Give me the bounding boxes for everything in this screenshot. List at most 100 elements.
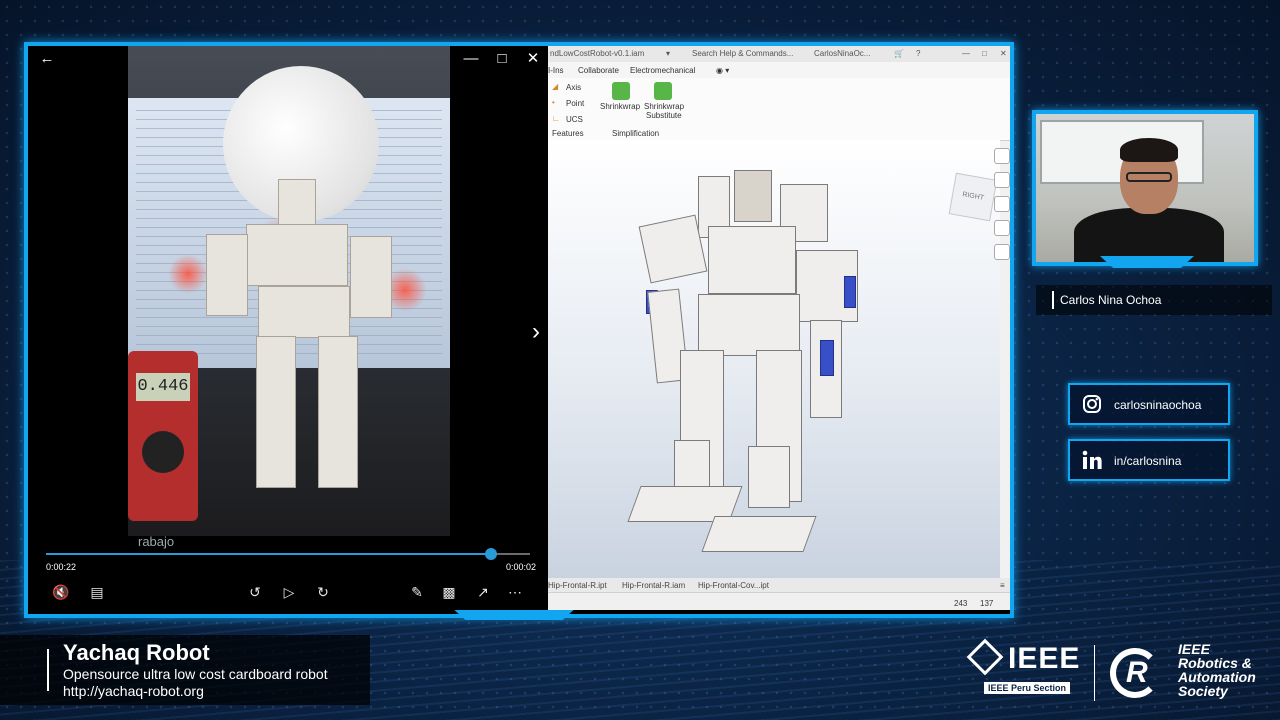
play-icon[interactable]: ▷	[278, 582, 300, 602]
doc-tab[interactable]: Hip-Frontal-R.ipt	[548, 581, 607, 590]
cad-title-bar: ndLowCostRobot-v0.1.iam ▾ Search Help & …	[548, 46, 1010, 62]
name-accent-bar	[1052, 291, 1054, 309]
cad-viewport[interactable]: RIGHT	[548, 140, 1000, 578]
seek-bar[interactable]	[46, 548, 530, 560]
ieee-wordmark: IEEE	[1008, 642, 1081, 675]
webcam-tab	[1100, 256, 1194, 268]
maximize-icon[interactable]: □	[491, 50, 513, 68]
project-title: Yachaq Robot	[63, 640, 210, 665]
shrinkwrap-icon	[612, 82, 630, 100]
webcam-frame	[1032, 110, 1258, 266]
model-torso	[708, 226, 796, 294]
logo-divider	[1094, 645, 1095, 701]
model-foot-right	[701, 516, 817, 552]
simplification-group-label: Simplification	[612, 129, 660, 138]
instagram-icon	[1083, 395, 1101, 413]
cad-maximize-icon[interactable]: □	[982, 49, 987, 58]
ribbon-options-icon[interactable]: ◉ ▾	[716, 66, 729, 75]
cad-minimize-icon[interactable]: —	[962, 49, 970, 58]
tabs-menu-icon[interactable]: ≡	[1000, 581, 1005, 590]
viewcube[interactable]: RIGHT	[948, 172, 998, 222]
pan-icon[interactable]	[994, 172, 1010, 188]
cart-icon[interactable]: 🛒	[894, 49, 904, 58]
seek-progress	[46, 553, 492, 555]
video-player[interactable]: 0.446 rabajo ← — □ ✕ › 0:00:22 0:00:02 🔇…	[28, 46, 548, 610]
look-at-icon[interactable]	[994, 244, 1010, 260]
pen-icon[interactable]: ✎	[406, 582, 428, 602]
mute-icon[interactable]: 🔇	[50, 582, 72, 602]
project-url: http://yachaq-robot.org	[63, 683, 204, 699]
cad-ribbon-tabs: I-Ins Collaborate Electromechanical ◉ ▾	[548, 62, 1010, 79]
multimeter-dial	[142, 431, 184, 473]
back-arrow-icon[interactable]: ←	[36, 50, 58, 68]
help-icon[interactable]: ?	[916, 49, 920, 58]
ras-logo-text: IEEE Robotics & Automation Society	[1178, 642, 1256, 698]
seek-thumb[interactable]	[485, 548, 498, 560]
cad-close-icon[interactable]: ✕	[1000, 49, 1007, 58]
ras-logo-icon: R	[1106, 644, 1172, 700]
point-icon: •	[552, 98, 555, 107]
tab-add-ins[interactable]: I-Ins	[548, 66, 564, 75]
status-count-b: 137	[980, 599, 994, 608]
zoom-icon[interactable]	[994, 196, 1010, 212]
project-subtitle: Opensource ultra low cost cardboard robo…	[63, 666, 328, 682]
shrinkwrap-button[interactable]: Shrinkwrap	[600, 102, 640, 111]
presenter-glasses	[1126, 172, 1172, 182]
fullscreen-icon[interactable]: ↗	[472, 582, 494, 602]
captions-icon[interactable]: ▤	[86, 582, 108, 602]
axis-button[interactable]: Axis	[566, 83, 581, 92]
linkedin-handle: in/carlosnina	[1114, 454, 1182, 468]
ucs-button[interactable]: UCS	[566, 115, 583, 124]
video-overlay-text: rabajo	[138, 534, 175, 549]
cad-title-icon: ▾	[666, 49, 671, 58]
more-icon[interactable]: ⋯	[504, 582, 526, 602]
rewind-10-icon[interactable]: ↺	[244, 582, 266, 602]
linkedin-card: in/carlosnina	[1068, 439, 1230, 481]
lower-third: Yachaq Robot Opensource ultra low cost c…	[0, 635, 370, 705]
cad-status-bar: 243 137	[548, 592, 1010, 610]
robot-torso	[246, 224, 348, 286]
model-upper-arm-left	[638, 214, 708, 284]
ucs-icon: ∟	[552, 114, 560, 123]
presenter-hair	[1120, 138, 1178, 162]
steering-wheel-icon[interactable]	[994, 148, 1010, 164]
ieee-diamond-icon	[966, 638, 1004, 676]
point-button[interactable]: Point	[566, 99, 584, 108]
minimize-icon[interactable]: —	[460, 50, 482, 68]
multimeter: 0.446	[128, 351, 198, 521]
document-tabs: Hip-Frontal-R.ipt Hip-Frontal-R.iam Hip-…	[548, 578, 1010, 592]
led-glow	[168, 254, 208, 294]
next-arrow-icon[interactable]: ›	[532, 318, 540, 346]
shrinkwrap-substitute-button-line1[interactable]: Shrinkwrap	[644, 102, 684, 111]
help-search[interactable]: Search Help & Commands...	[692, 49, 793, 58]
tab-electromechanical[interactable]: Electromechanical	[630, 66, 695, 75]
close-icon[interactable]: ✕	[522, 50, 544, 68]
elapsed-time: 0:00:22	[46, 562, 77, 572]
robot-left-leg	[256, 336, 296, 488]
shrinkwrap-substitute-icon	[654, 82, 672, 100]
cad-window[interactable]: ndLowCostRobot-v0.1.iam ▾ Search Help & …	[548, 46, 1010, 610]
doc-tab[interactable]: Hip-Frontal-Cov...ipt	[698, 581, 769, 590]
presenter-name: Carlos Nina Ochoa	[1060, 293, 1162, 307]
webcam-feed	[1036, 114, 1254, 262]
features-group-label: Features	[552, 129, 584, 138]
cad-file-name: ndLowCostRobot-v0.1.iam	[550, 49, 645, 58]
instagram-card: carlosninaochoa	[1068, 383, 1230, 425]
shrinkwrap-substitute-button-line2[interactable]: Substitute	[646, 111, 682, 120]
video-frame: 0.446	[128, 46, 450, 536]
model-controller-board	[734, 170, 772, 222]
lower-third-accent	[47, 649, 49, 691]
robot-right-leg	[318, 336, 358, 488]
linkedin-icon	[1082, 450, 1102, 469]
orbit-icon[interactable]	[994, 220, 1010, 236]
presenter-name-bar: Carlos Nina Ochoa	[1036, 285, 1272, 315]
robot-left-arm	[206, 234, 248, 316]
cast-icon[interactable]: ▩	[438, 582, 460, 602]
doc-tab[interactable]: Hip-Frontal-R.iam	[622, 581, 685, 590]
forward-30-icon[interactable]: ↻	[312, 582, 334, 602]
multimeter-display: 0.446	[136, 373, 190, 401]
ieee-section-label: IEEE Peru Section	[984, 682, 1071, 694]
remaining-time: 0:00:02	[506, 562, 537, 572]
user-account[interactable]: CarlosNinaOc...	[814, 49, 870, 58]
tab-collaborate[interactable]: Collaborate	[578, 66, 619, 75]
